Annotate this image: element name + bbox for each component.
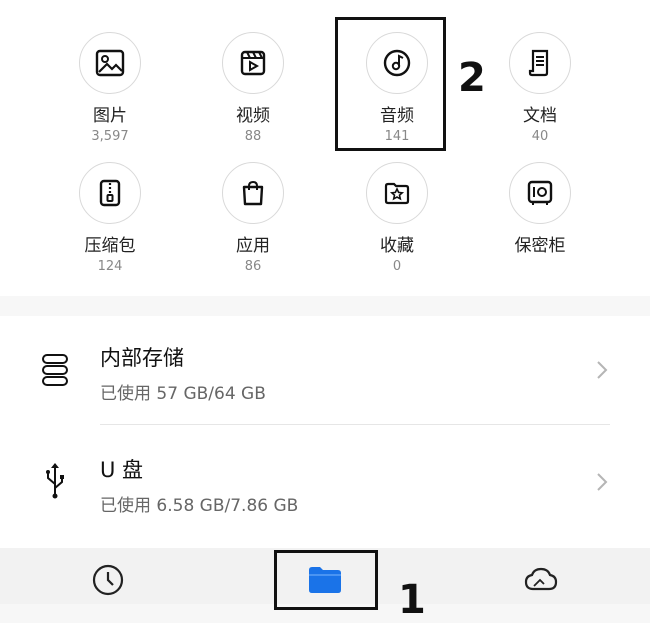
chevron-right-icon	[596, 472, 608, 496]
usb-icon	[38, 460, 72, 500]
category-favorites[interactable]: 收藏 0	[337, 162, 457, 275]
category-images[interactable]: 图片 3,597	[50, 32, 170, 145]
storage-panel: 内部存储 已使用 57 GB/64 GB U 盘 已使用 6.58 GB/7.8…	[0, 316, 650, 548]
safe-icon	[509, 162, 571, 224]
category-label: 压缩包	[84, 236, 136, 256]
category-panel: 图片 3,597 视频 88 音频 141 文档 40 压缩包 124 应用 8…	[0, 0, 650, 296]
divider	[100, 424, 610, 425]
storage-icon	[38, 350, 72, 390]
storage-row-usb[interactable]: U 盘 已使用 6.58 GB/7.86 GB	[0, 428, 650, 538]
zip-icon	[79, 162, 141, 224]
category-count: 3,597	[91, 129, 129, 144]
storage-usage: 已使用 6.58 GB/7.86 GB	[100, 496, 299, 516]
image-icon	[79, 32, 141, 94]
cloud-icon[interactable]	[521, 562, 561, 598]
category-archives[interactable]: 压缩包 124	[50, 162, 170, 275]
video-icon	[222, 32, 284, 94]
category-apps[interactable]: 应用 86	[193, 162, 313, 275]
category-count: 86	[244, 259, 262, 274]
app-bag-icon	[222, 162, 284, 224]
category-count: 124	[97, 259, 123, 274]
storage-usage: 已使用 57 GB/64 GB	[100, 384, 266, 404]
storage-title: 内部存储	[100, 346, 184, 370]
storage-row-internal[interactable]: 内部存储 已使用 57 GB/64 GB	[0, 316, 650, 426]
category-label: 应用	[236, 236, 270, 256]
annotation-number-2: 2	[458, 55, 486, 101]
category-label: 保密柜	[514, 236, 566, 256]
document-icon	[509, 32, 571, 94]
star-folder-icon	[366, 162, 428, 224]
category-label: 收藏	[380, 236, 414, 256]
category-label: 视频	[236, 106, 270, 126]
category-documents[interactable]: 文档 40	[480, 32, 600, 145]
annotation-number-1: 1	[398, 577, 426, 623]
category-safe[interactable]: 保密柜	[480, 162, 600, 256]
category-label: 文档	[523, 106, 557, 126]
category-count: 0	[392, 259, 402, 274]
recent-clock-icon[interactable]	[88, 562, 128, 598]
category-label: 图片	[93, 106, 127, 126]
category-videos[interactable]: 视频 88	[193, 32, 313, 145]
category-count: 40	[531, 129, 549, 144]
highlight-box-audio	[335, 17, 446, 151]
category-count: 88	[244, 129, 262, 144]
highlight-box-files	[274, 550, 378, 610]
chevron-right-icon	[596, 360, 608, 384]
storage-title: U 盘	[100, 458, 144, 482]
